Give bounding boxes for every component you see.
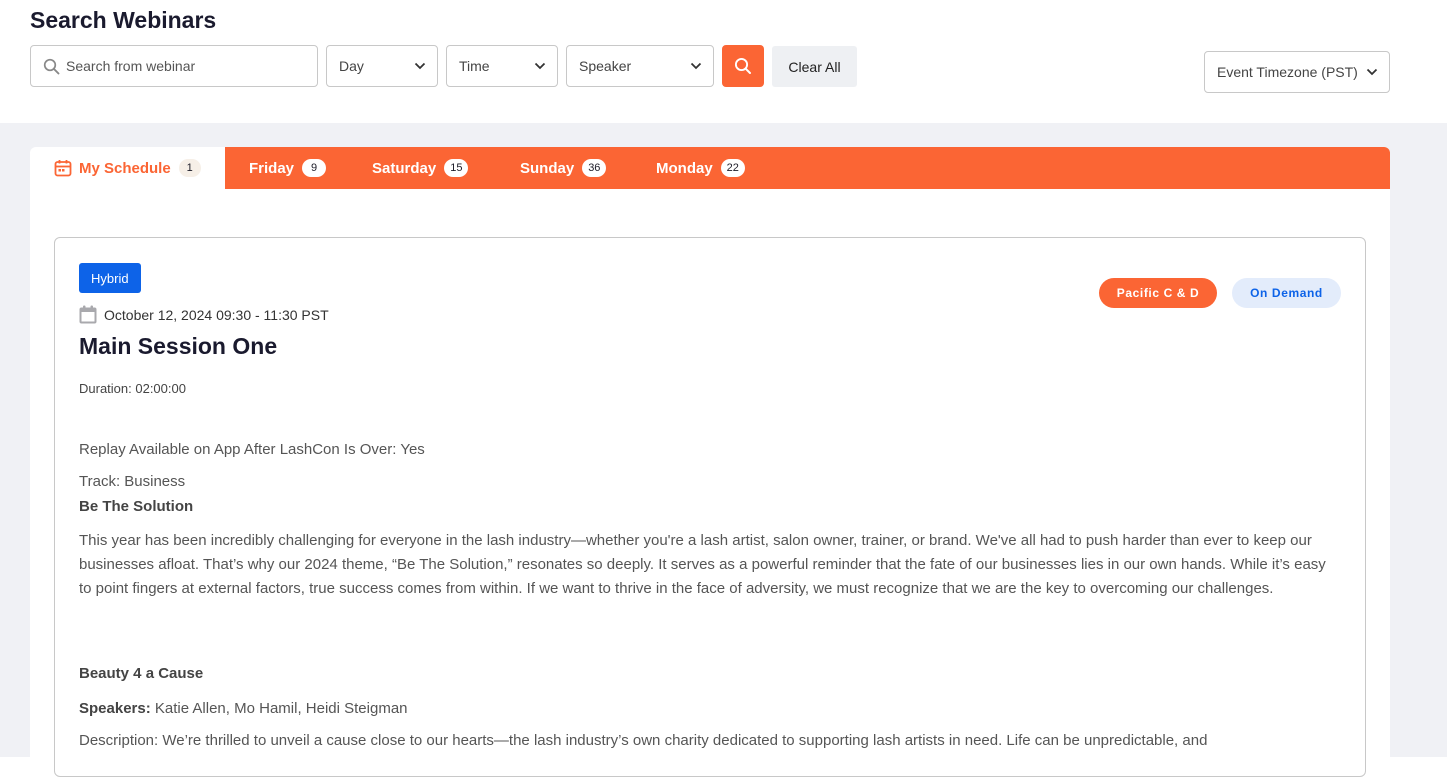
search-button[interactable] — [722, 45, 764, 87]
day-select[interactable]: Day — [326, 45, 438, 87]
day-select-label: Day — [339, 58, 364, 74]
tab-friday[interactable]: Friday 9 — [249, 147, 327, 189]
clear-all-button[interactable]: Clear All — [772, 46, 857, 87]
page-title: Search Webinars — [30, 7, 217, 33]
search-box[interactable] — [30, 45, 318, 87]
tab-count: 36 — [582, 159, 607, 177]
tab-saturday[interactable]: Saturday 15 — [372, 147, 469, 189]
search-input[interactable] — [66, 58, 296, 74]
speakers-line: Speakers: Katie Allen, Mo Hamil, Heidi S… — [79, 697, 1329, 721]
time-select-label: Time — [459, 58, 490, 74]
section-heading-beauty-4-a-cause: Beauty 4 a Cause — [79, 665, 204, 682]
calendar-icon — [54, 160, 72, 177]
tab-count: 22 — [720, 159, 745, 177]
session-description: Description: We’re thrilled to unveil a … — [79, 732, 1208, 749]
section-heading-be-the-solution: Be The Solution — [79, 498, 194, 515]
tab-count: 1 — [178, 159, 201, 177]
tab-count: 15 — [444, 159, 469, 177]
timezone-select[interactable]: Event Timezone (PST) — [1204, 51, 1390, 93]
calendar-icon — [79, 305, 97, 324]
session-title: Main Session One — [79, 333, 278, 359]
speaker-select-label: Speaker — [579, 58, 632, 74]
speakers-label: Speakers: — [79, 700, 151, 717]
search-icon — [734, 57, 751, 74]
time-select[interactable]: Time — [446, 45, 558, 87]
session-track: Track: Business — [79, 473, 186, 490]
chevron-down-icon — [690, 62, 702, 70]
session-datetime: October 12, 2024 09:30 - 11:30 PST — [79, 305, 329, 324]
tab-label: Saturday — [372, 159, 437, 177]
room-badge: Pacific C & D — [1099, 278, 1217, 308]
tab-label: My Schedule — [79, 159, 171, 177]
chevron-down-icon — [414, 62, 426, 70]
session-duration: Duration: 02:00:00 — [79, 381, 186, 396]
speaker-select[interactable]: Speaker — [566, 45, 714, 87]
chevron-down-icon — [534, 62, 546, 70]
tab-label: Monday — [656, 159, 713, 177]
section-paragraph: This year has been incredibly challengin… — [79, 532, 1326, 597]
search-icon — [43, 58, 60, 74]
tab-label: Sunday — [520, 159, 575, 177]
chevron-down-icon — [1366, 68, 1378, 76]
tab-my-schedule[interactable]: My Schedule 1 — [54, 147, 201, 189]
tab-count: 9 — [302, 159, 327, 177]
speakers-value: Katie Allen, Mo Hamil, Heidi Steigman — [154, 700, 408, 717]
on-demand-badge: On Demand — [1232, 278, 1341, 308]
replay-availability: Replay Available on App After LashCon Is… — [79, 441, 425, 458]
session-datetime-text: October 12, 2024 09:30 - 11:30 PST — [104, 306, 329, 323]
tab-label: Friday — [249, 159, 295, 177]
tab-sunday[interactable]: Sunday 36 — [520, 147, 607, 189]
timezone-select-label: Event Timezone (PST) — [1217, 64, 1358, 80]
tab-monday[interactable]: Monday 22 — [656, 147, 745, 189]
top-bar: Search Webinars Day Time Speaker Clear A… — [0, 0, 1447, 123]
hybrid-badge: Hybrid — [79, 263, 141, 293]
